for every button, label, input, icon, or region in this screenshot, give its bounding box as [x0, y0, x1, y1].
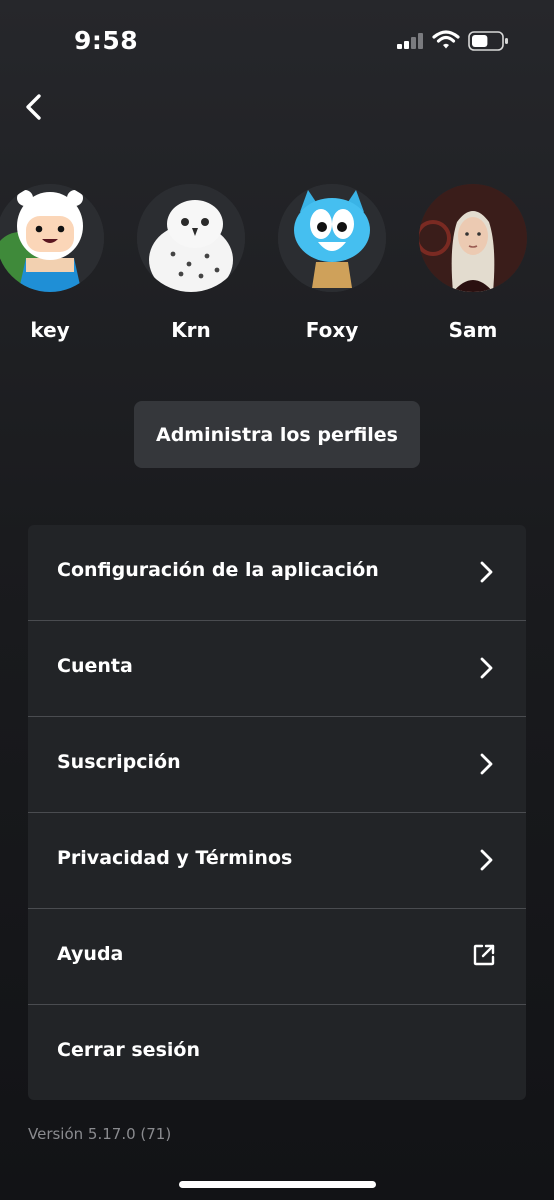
menu-item-help[interactable]: Ayuda [28, 909, 526, 1005]
menu-item-label: Suscripción [57, 751, 181, 773]
back-button[interactable] [18, 88, 54, 126]
menu-item-label: Configuración de la aplicación [57, 559, 379, 581]
app-version: Versión 5.17.0 (71) [28, 1125, 172, 1143]
wifi-icon [432, 30, 460, 49]
chevron-right-icon [480, 561, 493, 583]
profile-name: Sam [448, 318, 498, 342]
menu-item-label: Ayuda [57, 943, 124, 965]
battery-icon [468, 31, 508, 51]
menu-item-account[interactable]: Cuenta [28, 621, 526, 717]
menu-item-sign-out[interactable]: Cerrar sesión [28, 1005, 526, 1100]
home-indicator[interactable] [179, 1181, 376, 1188]
status-bar: 9:58 [0, 0, 554, 84]
settings-menu: Configuración de la aplicación Cuenta Su… [28, 525, 526, 1100]
profile-name: Foxy [305, 318, 359, 342]
chevron-right-icon [480, 657, 493, 679]
menu-item-label: Cuenta [57, 655, 133, 677]
chevron-right-icon [480, 753, 493, 775]
profiles-row: key Krn Foxy Sam [0, 184, 554, 354]
profile-foxy[interactable]: Foxy [277, 184, 387, 342]
profile-name: Krn [171, 318, 211, 342]
menu-item-subscription[interactable]: Suscripción [28, 717, 526, 813]
menu-item-privacy-terms[interactable]: Privacidad y Términos [28, 813, 526, 909]
chevron-right-icon [480, 849, 493, 871]
status-time: 9:58 [74, 26, 139, 55]
person-photo-avatar [419, 184, 527, 292]
menu-item-app-settings[interactable]: Configuración de la aplicación [28, 525, 526, 621]
gumball-cartoon-avatar [278, 184, 386, 292]
finn-cartoon-avatar [0, 184, 104, 292]
cellular-signal-icon [397, 33, 423, 49]
profile-sam[interactable]: Sam [418, 184, 528, 342]
menu-item-label: Privacidad y Términos [57, 847, 293, 869]
chevron-left-icon [26, 94, 41, 120]
menu-item-label: Cerrar sesión [57, 1039, 200, 1061]
profile-name: key [30, 318, 70, 342]
profile-krn[interactable]: Krn [136, 184, 246, 342]
snowy-owl-avatar [137, 184, 245, 292]
manage-profiles-button[interactable]: Administra los perfiles [134, 401, 420, 468]
profile-key[interactable]: key [0, 184, 105, 342]
external-link-icon [473, 944, 495, 966]
